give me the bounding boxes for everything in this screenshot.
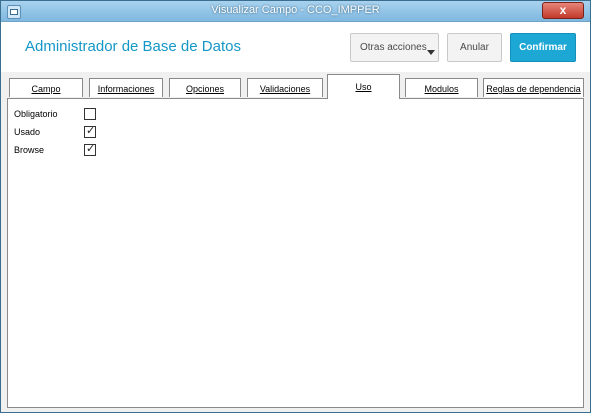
anular-button[interactable]: Anular (447, 33, 502, 62)
tab-label: Uso (355, 82, 372, 92)
window-title: Visualizar Campo - CCO_IMPPER (211, 4, 380, 16)
app-title: Administrador de Base de Datos (25, 38, 241, 55)
obligatorio-label: Obligatorio (14, 109, 58, 119)
otras-acciones-label: Otras acciones (360, 42, 427, 53)
confirmar-button[interactable]: Confirmar (510, 33, 576, 62)
tab-label: Reglas de dependencia (486, 84, 581, 94)
otras-acciones-button[interactable]: Otras acciones (350, 33, 439, 62)
tab-label: Informaciones (97, 84, 155, 94)
tab-label: Modulos (424, 84, 459, 94)
close-button[interactable]: x (542, 2, 584, 19)
dialog-window: Visualizar Campo - CCO_IMPPER x Administ… (0, 0, 591, 413)
tab-campo[interactable]: Campo (9, 78, 83, 97)
title-bar: Visualizar Campo - CCO_IMPPER x (1, 1, 590, 22)
usado-checkbox[interactable] (84, 124, 96, 138)
browse-label: Browse (14, 145, 45, 155)
tab-label: Validaciones (259, 84, 311, 94)
header-bar: Administrador de Base de Datos Otras acc… (1, 22, 590, 72)
obligatorio-checkbox[interactable] (84, 108, 96, 120)
tab-reglas-de-dependencia[interactable]: Reglas de dependencia (483, 78, 584, 97)
chevron-down-icon (427, 50, 435, 55)
tab-validaciones[interactable]: Validaciones (247, 78, 323, 97)
tab-informaciones[interactable]: Informaciones (89, 78, 163, 97)
tab-uso[interactable]: Uso (327, 74, 400, 99)
tab-modulos[interactable]: Modulos (405, 78, 478, 97)
tab-opciones[interactable]: Opciones (169, 78, 241, 97)
browse-checkbox[interactable] (84, 142, 96, 156)
uso-panel: Obligatorio Usado Browse (7, 98, 584, 408)
tabs-area: Campo Informaciones Opciones Validacione… (1, 72, 590, 412)
usado-label: Usado (14, 127, 41, 137)
tab-label: Opciones (185, 84, 225, 94)
tab-label: Campo (31, 84, 61, 94)
